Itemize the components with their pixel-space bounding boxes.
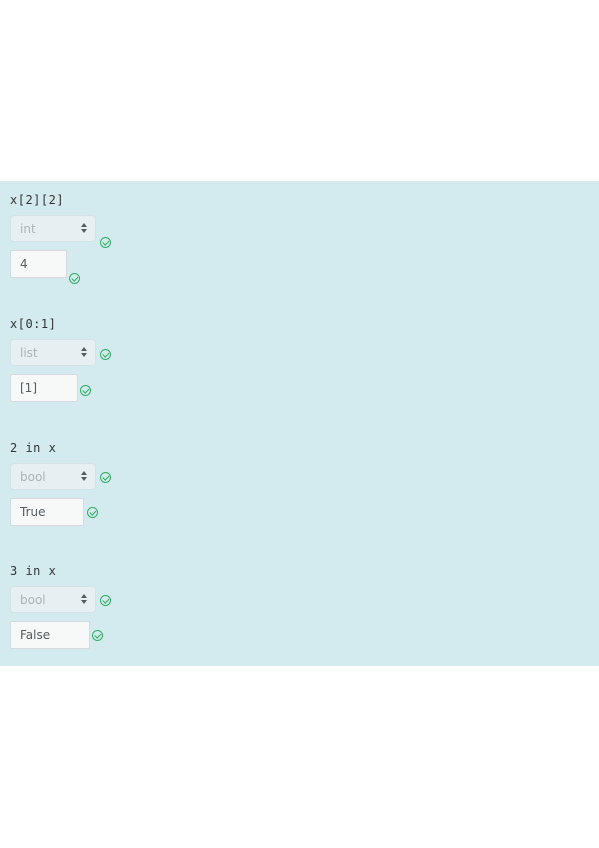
question-expression: 2 in x xyxy=(10,441,57,455)
question-expression: x[2][2] xyxy=(10,193,65,207)
answer-input[interactable]: [1] xyxy=(10,374,78,402)
answer-input-value: 4 xyxy=(20,257,28,271)
question-4: 3 in x bool False xyxy=(10,564,310,664)
question-3: 2 in x bool True xyxy=(10,441,310,541)
answer-input-value: False xyxy=(20,628,51,642)
questions-panel: x[2][2] int 4 x[0:1] list [1] 2 in x boo… xyxy=(0,181,599,666)
type-select[interactable]: bool xyxy=(10,463,96,490)
caret-up-down-icon xyxy=(81,591,87,607)
type-select[interactable]: int xyxy=(10,215,96,242)
type-correct-check-icon xyxy=(100,595,111,606)
answer-input-value: True xyxy=(20,505,46,519)
answer-correct-check-icon xyxy=(80,385,91,396)
caret-up-down-icon xyxy=(81,344,87,360)
caret-up-down-icon xyxy=(81,468,87,484)
answer-input[interactable]: True xyxy=(10,498,84,526)
type-select[interactable]: bool xyxy=(10,586,96,613)
type-select-value: list xyxy=(20,346,38,360)
type-select-value: bool xyxy=(20,593,46,607)
question-expression: x[0:1] xyxy=(10,317,57,331)
type-select-value: int xyxy=(20,222,36,236)
answer-input[interactable]: False xyxy=(10,621,90,649)
caret-up-down-icon xyxy=(81,220,87,236)
answer-correct-check-icon xyxy=(69,273,80,284)
answer-correct-check-icon xyxy=(87,507,98,518)
question-1: x[2][2] int 4 xyxy=(10,193,310,293)
type-correct-check-icon xyxy=(100,237,111,248)
question-2: x[0:1] list [1] xyxy=(10,317,310,417)
type-correct-check-icon xyxy=(100,472,111,483)
answer-input[interactable]: 4 xyxy=(10,250,67,278)
type-correct-check-icon xyxy=(100,349,111,360)
answer-input-value: [1] xyxy=(20,381,37,395)
type-select-value: bool xyxy=(20,470,46,484)
question-expression: 3 in x xyxy=(10,564,57,578)
type-select[interactable]: list xyxy=(10,339,96,366)
answer-correct-check-icon xyxy=(92,630,103,641)
